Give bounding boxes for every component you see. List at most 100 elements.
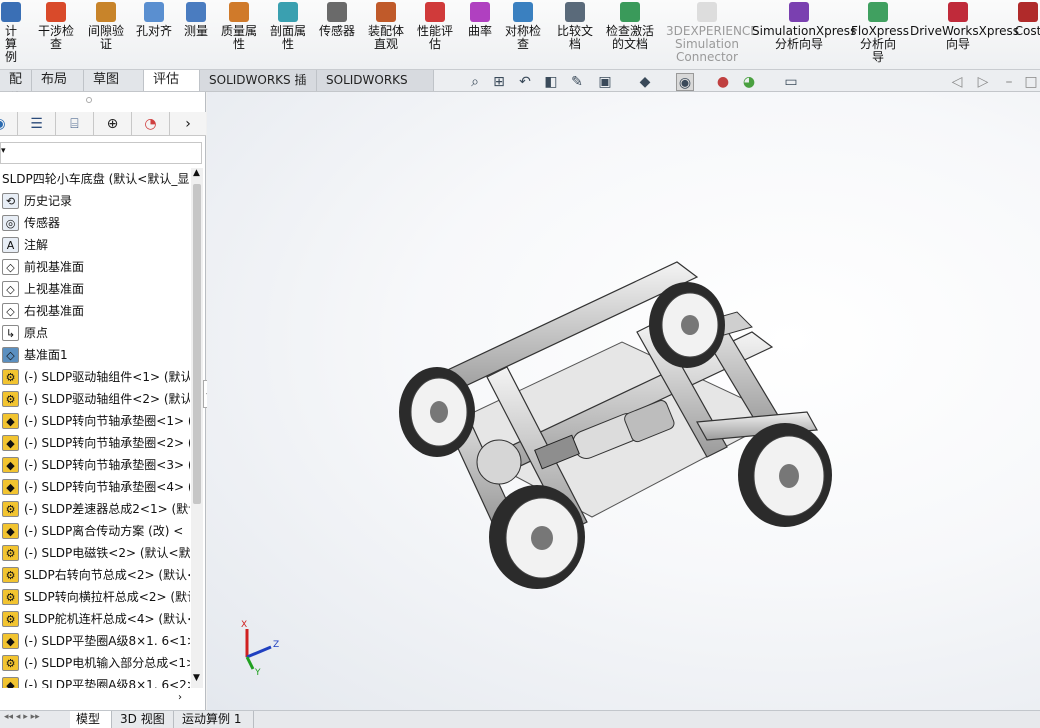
dimxpert-icon[interactable]: ⊕ xyxy=(94,112,132,136)
tree-item[interactable]: ◇ 基准面1 xyxy=(0,344,190,366)
chevron-right-icon[interactable]: › xyxy=(170,112,206,136)
section-view-icon[interactable]: ◧ xyxy=(542,73,560,91)
graphics-area[interactable]: X Z Y xyxy=(207,92,1040,710)
ribbon-button-2[interactable]: 间隙验 证 xyxy=(84,0,128,68)
tree-item-label: SLDP右转向节总成<2> (默认< xyxy=(24,568,190,582)
bottom-tab-2[interactable]: 运动算例 1 xyxy=(176,711,254,728)
ribbon-button-8[interactable]: 装配体 直观 xyxy=(364,0,408,68)
tree-item[interactable]: ⟲ 历史记录 xyxy=(0,190,190,212)
tree-item[interactable]: ◆ (-) SLDP转向节轴承垫圈<1> ( xyxy=(0,410,190,432)
tree-item[interactable]: ⚙ SLDP转向横拉杆总成<2> (默认 xyxy=(0,586,190,608)
ribbon-button-13[interactable]: 检查激活 的文档 xyxy=(602,0,658,68)
property-manager-icon[interactable]: ☰ xyxy=(18,112,56,136)
section-icon xyxy=(278,2,298,22)
tree-item[interactable]: ◆ (-) SLDP平垫圈A级8×1. 6<1> xyxy=(0,630,190,652)
driveworks-icon xyxy=(948,2,968,22)
tree-item-label: 注解 xyxy=(24,238,49,252)
tab-5[interactable]: SOLIDWORKS MBD xyxy=(317,70,434,107)
tree-scrollbar[interactable]: ▲ ▼ xyxy=(191,168,203,688)
feature-manager-icon[interactable]: ◉ xyxy=(0,112,18,136)
tree-item-label: 前视基准面 xyxy=(24,260,85,274)
tree-item[interactable]: ◇ 前视基准面 xyxy=(0,256,190,278)
ribbon-button-label: 性能评 估 xyxy=(416,24,453,51)
tree-filter[interactable]: ▾ xyxy=(0,142,202,164)
ribbon-button-0[interactable]: 计算 例 xyxy=(0,0,22,68)
tree-item[interactable]: ◆ (-) SLDP离合传动方案 (改) < xyxy=(0,520,190,542)
previous-view-icon[interactable]: ↶ xyxy=(516,73,534,91)
tree-item[interactable]: ⚙ SLDP右转向节总成<2> (默认< xyxy=(0,564,190,586)
tree-item[interactable]: ◆ (-) SLDP转向节轴承垫圈<3> ( xyxy=(0,454,190,476)
ribbon-button-label: FloXpress 分析向 导 xyxy=(851,24,909,64)
tab-4[interactable]: SOLIDWORKS 插件 xyxy=(200,70,317,107)
ribbon-button-12[interactable]: 比较文 档 xyxy=(553,0,597,68)
tab-nav-arrows-icon[interactable]: ◂◂ ◂ ▸ ▸▸ xyxy=(4,712,40,722)
tree-item[interactable]: ⚙ (-) SLDP电磁铁<2> (默认<默 xyxy=(0,542,190,564)
tree-item[interactable]: ◆ (-) SLDP平垫圈A级8×1. 6<2> xyxy=(0,674,190,688)
dynamic-annotation-icon[interactable]: ✎ xyxy=(568,73,586,91)
minimize-window-icon[interactable]: – xyxy=(1000,73,1018,91)
ribbon-button-15[interactable]: SimulationXpress 分析向导 xyxy=(752,0,856,68)
tree-item-label: (-) SLDP驱动轴组件<1> (默认 xyxy=(24,370,190,384)
part-icon: ◆ xyxy=(2,457,19,473)
bottom-tabs: ◂◂ ◂ ▸ ▸▸ 模型 3D 视图 运动算例 1 xyxy=(0,710,1040,728)
filter-dropdown-icon[interactable]: ▾ xyxy=(1,146,6,156)
tree-item[interactable]: ◆ (-) SLDP转向节轴承垫圈<2> ( xyxy=(0,432,190,454)
config-manager-icon[interactable]: ⌸ xyxy=(56,112,94,136)
sensor-icon: ◎ xyxy=(2,215,19,231)
ribbon-button-5[interactable]: 质量属 性 xyxy=(217,0,261,68)
tree-item[interactable]: ◇ 上视基准面 xyxy=(0,278,190,300)
tree-root[interactable]: SLDP四轮小车底盘 (默认<默认_显 xyxy=(0,168,190,190)
triad-y-label: Y xyxy=(254,668,261,677)
ribbon-button-1[interactable]: 干涉检 查 xyxy=(34,0,78,68)
scene-icon[interactable]: ◕ xyxy=(740,73,758,91)
maximize-window-icon[interactable]: □ xyxy=(1022,73,1040,91)
bottom-tab-0[interactable]: 模型 xyxy=(70,711,112,728)
ribbon-button-18[interactable]: Cost xyxy=(1014,0,1040,68)
ribbon-button-7[interactable]: 传感器 xyxy=(315,0,359,68)
ribbon-button-17[interactable]: DriveWorksXpress 向导 xyxy=(910,0,1019,68)
floxpress-icon xyxy=(868,2,888,22)
plane-icon: ◇ xyxy=(2,303,19,319)
tree-item[interactable]: ◆ (-) SLDP转向节轴承垫圈<4> ( xyxy=(0,476,190,498)
next-window-icon[interactable]: ▷ xyxy=(974,73,992,91)
scroll-up-icon[interactable]: ▲ xyxy=(193,168,200,178)
scroll-down-icon[interactable]: ▼ xyxy=(193,673,200,683)
zoom-area-icon[interactable]: ⊞ xyxy=(490,73,508,91)
ribbon-button-10[interactable]: 曲率 xyxy=(466,0,494,68)
ribbon-button-6[interactable]: 剖面属 性 xyxy=(266,0,310,68)
display-style-icon[interactable]: ◆ xyxy=(636,73,654,91)
panel-grip-icon[interactable] xyxy=(86,97,92,103)
ribbon-button-3[interactable]: 孔对齐 xyxy=(133,0,175,68)
ribbon-button-14[interactable]: 3DEXPERIENCE Simulation Connector xyxy=(666,0,758,68)
tab-3[interactable]: 评估 xyxy=(144,70,200,91)
hide-show-icon[interactable]: ◉ xyxy=(676,73,694,91)
tree-item[interactable]: ⚙ (-) SLDP差速器总成2<1> (默认 xyxy=(0,498,190,520)
clearance-icon xyxy=(96,2,116,22)
tree-item[interactable]: ◎ 传感器 xyxy=(0,212,190,234)
scroll-right-icon[interactable]: › xyxy=(178,692,182,703)
zoom-to-fit-icon[interactable]: ⌕ xyxy=(466,73,484,91)
tab-0[interactable]: 配体 xyxy=(0,70,32,107)
bottom-tab-1[interactable]: 3D 视图 xyxy=(114,711,174,728)
tree-item[interactable]: A 注解 xyxy=(0,234,190,256)
ribbon-button-11[interactable]: 对称检 查 xyxy=(501,0,545,68)
tab-1[interactable]: 布局 xyxy=(32,70,84,91)
restore-window-icon[interactable]: ◁ xyxy=(948,73,966,91)
scrollbar-thumb[interactable] xyxy=(193,184,201,504)
tree-item[interactable]: ⚙ SLDP舵机连杆总成<4> (默认< xyxy=(0,608,190,630)
view-orientation-icon[interactable]: ▣ xyxy=(596,73,614,91)
display-manager-icon[interactable]: ◔ xyxy=(132,112,170,136)
ribbon-button-9[interactable]: 性能评 估 xyxy=(413,0,457,68)
tree-item[interactable]: ◇ 右视基准面 xyxy=(0,300,190,322)
assembly-icon: ⚙ xyxy=(2,655,19,671)
view-settings-icon[interactable]: ▭ xyxy=(782,73,800,91)
ribbon-button-16[interactable]: FloXpress 分析向 导 xyxy=(851,0,909,68)
ribbon-button-label: 干涉检 查 xyxy=(37,24,74,51)
tree-item[interactable]: ⚙ (-) SLDP电机输入部分总成<1> xyxy=(0,652,190,674)
tree-item[interactable]: ⚙ (-) SLDP驱动轴组件<2> (默认 xyxy=(0,388,190,410)
tree-item[interactable]: ↳ 原点 xyxy=(0,322,190,344)
edit-appearance-icon[interactable]: ● xyxy=(714,73,732,91)
tab-2[interactable]: 草图 xyxy=(84,70,144,91)
tree-item[interactable]: ⚙ (-) SLDP驱动轴组件<1> (默认 xyxy=(0,366,190,388)
ribbon-button-4[interactable]: 测量 xyxy=(181,0,211,68)
